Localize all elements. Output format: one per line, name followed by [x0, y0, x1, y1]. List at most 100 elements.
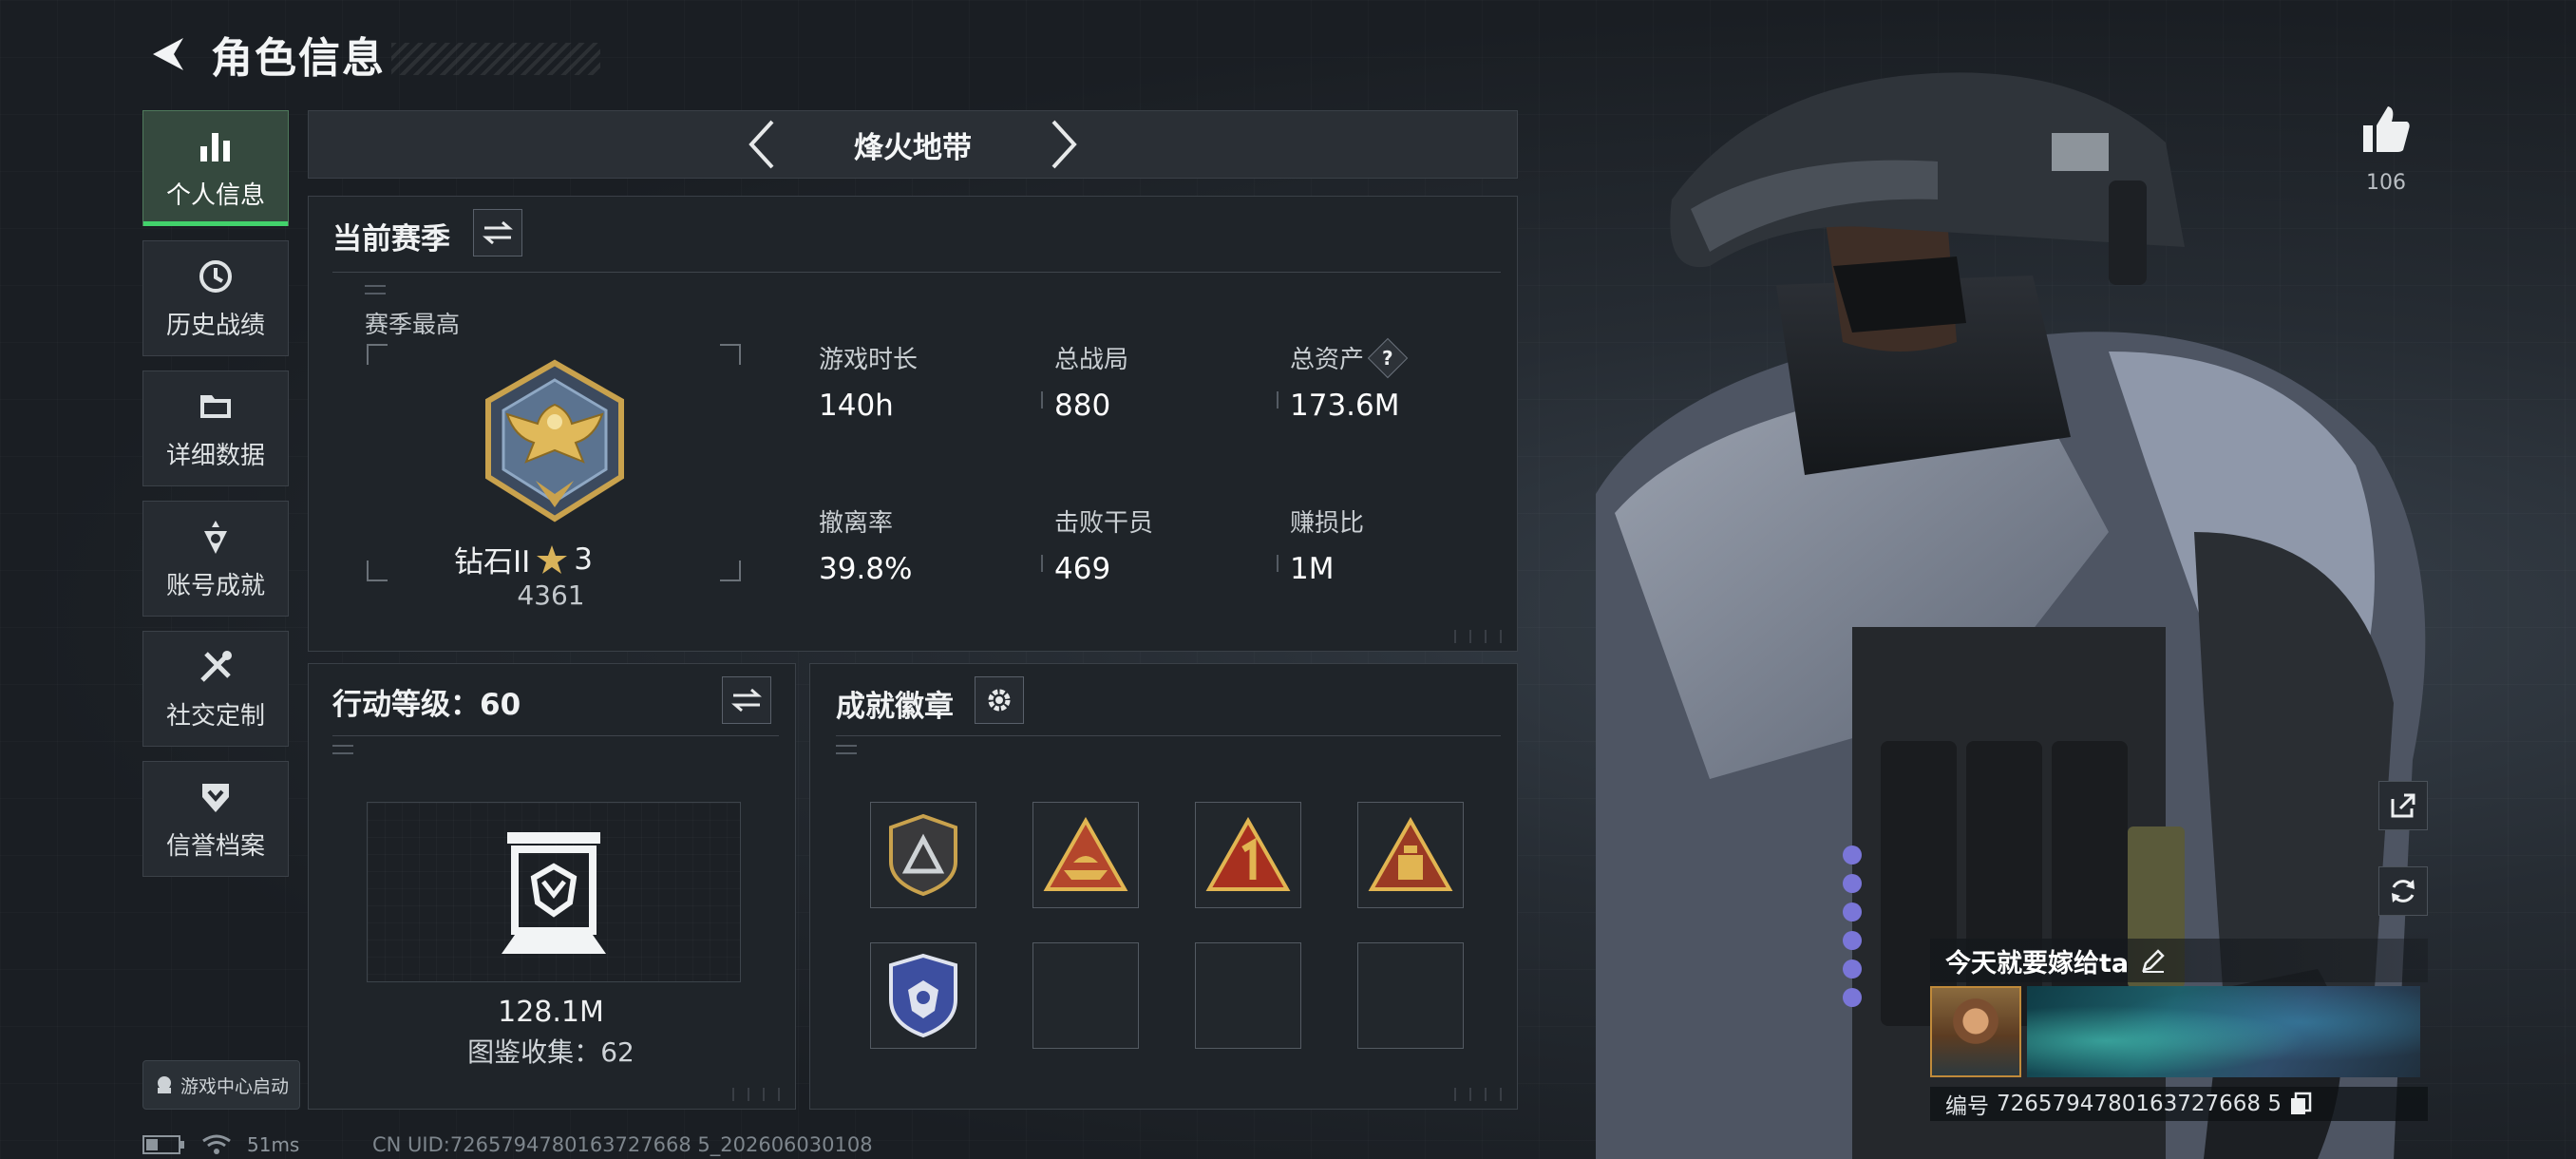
sidebar-item-history[interactable]: 历史战绩: [142, 240, 289, 356]
chevron-left-icon: [748, 120, 774, 169]
collection-label: 图鉴收集：: [467, 1036, 601, 1068]
profile-banner[interactable]: [2027, 986, 2420, 1077]
badge-settings-button[interactable]: [975, 676, 1024, 724]
like-count: 106: [2366, 171, 2406, 195]
achievement-icon: [196, 517, 236, 557]
stat-total-assets: 总资产 ? 173.6M: [1277, 337, 1409, 423]
map-name: 烽火地带: [854, 130, 972, 165]
boat-triangle-badge-icon: [1043, 817, 1128, 891]
folder-icon: [196, 387, 236, 427]
decoration-lines: [365, 285, 386, 294]
copy-icon[interactable]: [2289, 1092, 2312, 1116]
player-id-row: 编号 7265794780163727668 5: [1930, 1087, 2428, 1121]
sidebar-item-personal-info[interactable]: 个人信息: [142, 110, 289, 226]
stat-extract-rate: 撤离率 39.8%: [819, 504, 912, 586]
profile-images: [1930, 986, 2428, 1077]
season-divider: [332, 272, 1501, 273]
sidebar-item-social[interactable]: 社交定制: [142, 631, 289, 747]
level-divider: [332, 735, 779, 736]
sidebar: 个人信息 历史战绩 详细数据 账号成就 社交定制 信誉档案: [142, 110, 291, 891]
title-decoration: [391, 43, 600, 75]
stat-value: 140h: [819, 389, 894, 423]
stat-label: 击败干员: [1054, 509, 1154, 538]
stat-value: 173.6M: [1290, 389, 1400, 423]
game-center-launch-button[interactable]: 游戏中心启动: [142, 1060, 300, 1110]
rank-tier: 钻石II: [454, 545, 531, 580]
badge-slot-3[interactable]: [1195, 802, 1301, 908]
stat-label: 游戏时长: [819, 346, 919, 374]
swap-icon: [483, 220, 513, 245]
sidebar-item-label: 历史战绩: [165, 311, 265, 340]
thumbs-up-icon: [2363, 106, 2410, 152]
diamond-rank-emblem-icon: [485, 359, 624, 522]
map-selector: 烽火地带: [308, 110, 1518, 179]
rank-name: 钻石II 3: [454, 538, 593, 580]
rank-score: 4361: [517, 580, 585, 611]
player-id-value: 7265794780163727668 5: [1997, 1092, 2282, 1116]
chevron-right-icon: [1051, 120, 1077, 169]
badge-slot-8[interactable]: [1357, 942, 1464, 1049]
number-one-badge-icon: [1205, 817, 1291, 891]
sidebar-item-label: 信誉档案: [165, 831, 265, 861]
refresh-button[interactable]: [2378, 866, 2428, 916]
panel-corner-decoration: [1450, 1088, 1506, 1101]
edit-pencil-icon[interactable]: [2140, 947, 2167, 974]
like-button[interactable]: [2359, 103, 2413, 156]
star-icon: [537, 544, 568, 574]
refresh-icon: [2392, 880, 2415, 902]
decoration-lines: [836, 745, 857, 754]
help-icon: ?: [1382, 346, 1393, 370]
game-center-icon: [157, 1076, 171, 1093]
stat-total-matches: 总战局 880: [1041, 340, 1128, 423]
badges-divider: [836, 735, 1501, 736]
stat-operators-defeated: 击败干员 469: [1041, 504, 1154, 586]
battery-icon: [142, 1135, 184, 1154]
badge-slot-1[interactable]: [870, 802, 976, 908]
collection-value: 62: [600, 1036, 635, 1068]
triangle-shield-badge-icon: [889, 813, 957, 897]
swap-icon: [731, 688, 762, 712]
sidebar-item-credit[interactable]: 信誉档案: [142, 761, 289, 877]
panel-corner-decoration: [729, 1088, 784, 1101]
season-best-label: 赛季最高: [365, 311, 461, 338]
avatar[interactable]: [1930, 986, 2021, 1077]
season-switch-button[interactable]: [473, 209, 522, 256]
blue-shield-badge-icon: [889, 953, 957, 1038]
ping-value: 51ms: [247, 1133, 300, 1156]
nickname: 今天就要嫁给ta: [1945, 948, 2130, 978]
sidebar-item-label: 详细数据: [165, 441, 265, 470]
badge-slot-5[interactable]: [870, 942, 976, 1049]
badge-slot-6[interactable]: [1032, 942, 1139, 1049]
share-button[interactable]: [2378, 781, 2428, 830]
history-icon: [196, 256, 236, 296]
map-prev-button[interactable]: [732, 116, 789, 173]
status-bar: 51ms: [142, 1130, 299, 1159]
stat-value: 39.8%: [819, 552, 913, 586]
badge-slot-2[interactable]: [1032, 802, 1139, 908]
season-title: 当前赛季: [332, 222, 450, 256]
stat-value: 469: [1054, 552, 1111, 586]
sidebar-item-detail-data[interactable]: 详细数据: [142, 370, 289, 486]
uid-text: CN UID:7265794780163727668 5_20260603010…: [372, 1133, 873, 1156]
panel-corner-decoration: [1450, 630, 1506, 643]
profile-card: 今天就要嫁给ta 编号 7265794780163727668 5: [1930, 939, 2428, 1121]
sidebar-item-label: 个人信息: [165, 180, 265, 210]
header: 角色信息: [142, 21, 600, 87]
help-button[interactable]: ?: [1367, 337, 1409, 378]
map-next-button[interactable]: [1036, 116, 1093, 173]
wifi-icon: [202, 1134, 231, 1154]
badge-slot-4[interactable]: [1357, 802, 1464, 908]
back-button[interactable]: [142, 29, 192, 79]
page-title: 角色信息: [211, 34, 386, 83]
shield-chevron-icon: [196, 777, 236, 817]
stat-label: 撤离率: [819, 509, 894, 538]
collection-count: 图鉴收集：62: [437, 1032, 665, 1070]
collection-vault-icon: [502, 832, 606, 954]
tools-icon: [196, 647, 236, 687]
level-switch-button[interactable]: [722, 676, 771, 724]
sidebar-item-achievements[interactable]: 账号成就: [142, 501, 289, 617]
player-id-label: 编号: [1945, 1094, 1989, 1119]
badge-slot-7[interactable]: [1195, 942, 1301, 1049]
nickname-row: 今天就要嫁给ta: [1930, 939, 2428, 982]
launch-label: 游戏中心启动: [180, 1075, 289, 1097]
